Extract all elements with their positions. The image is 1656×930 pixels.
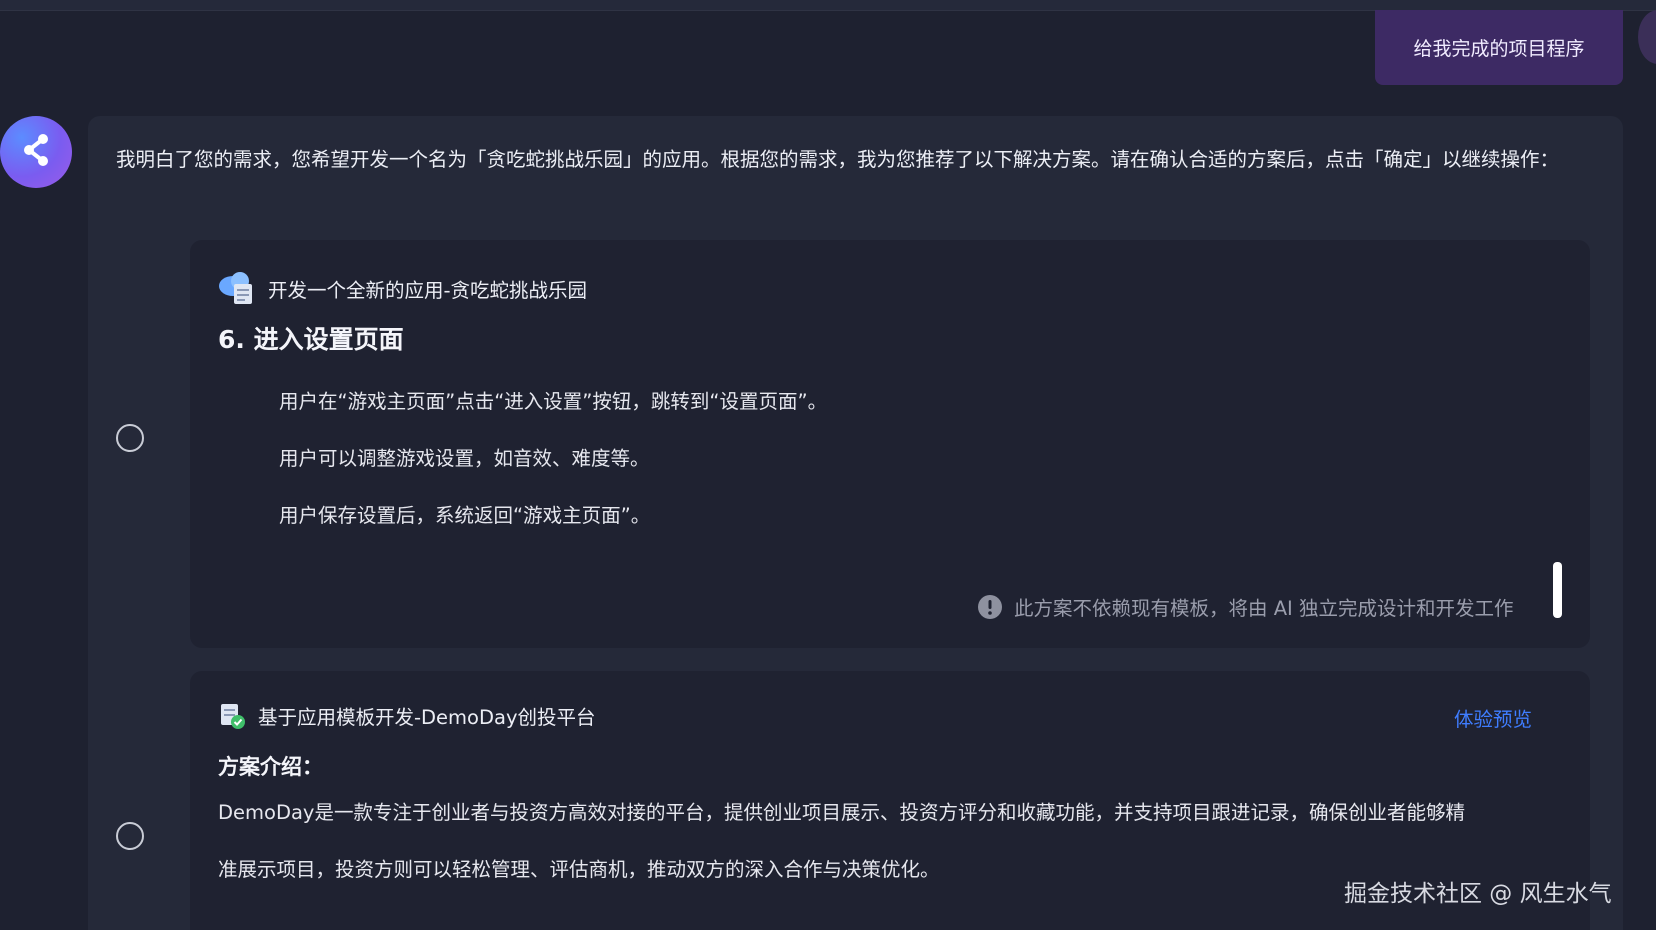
watermark: 掘金技术社区 @ 风生水气 <box>1344 881 1612 907</box>
solution-2-description-line-2: 准展示项目，投资方则可以轻松管理、评估商机，推动双方的深入合作与决策优化。 <box>218 858 940 881</box>
solution-2-header: 基于应用模板开发-DemoDay创投平台 <box>218 701 595 730</box>
solution-2-radio[interactable] <box>116 822 144 850</box>
assistant-intro-text: 我明白了您的需求，您希望开发一个名为「贪吃蛇挑战乐园」的应用。根据您的需求，我为… <box>116 148 1560 171</box>
user-avatar <box>1638 10 1656 64</box>
solution-1-bullet-3: 用户保存设置后，系统返回“游戏主页面”。 <box>279 504 651 527</box>
assistant-avatar <box>0 116 72 188</box>
solution-2-intro-label: 方案介绍： <box>218 755 323 779</box>
solution-1-card[interactable]: 开发一个全新的应用-贪吃蛇挑战乐园 6. 进入设置页面 用户在“游戏主页面”点击… <box>190 240 1590 648</box>
template-document-icon <box>218 702 246 730</box>
solution-1-scrollbar[interactable] <box>1553 562 1562 618</box>
share-icon <box>21 132 51 172</box>
solution-1-title: 开发一个全新的应用-贪吃蛇挑战乐园 <box>268 278 588 302</box>
solution-1-bullet-2: 用户可以调整游戏设置，如音效、难度等。 <box>279 447 650 470</box>
preview-link[interactable]: 体验预览 <box>1454 703 1532 732</box>
cloud-document-icon <box>218 270 256 306</box>
solution-2-title: 基于应用模板开发-DemoDay创投平台 <box>258 706 596 729</box>
solution-1-header: 开发一个全新的应用-贪吃蛇挑战乐园 <box>218 270 587 306</box>
chat-page: 给我完成的项目程序 我明白了您的需求，您希望开发一个名为「贪吃蛇挑战乐园」的应用… <box>0 0 1656 930</box>
assistant-reply-panel: 我明白了您的需求，您希望开发一个名为「贪吃蛇挑战乐园」的应用。根据您的需求，我为… <box>88 116 1623 930</box>
user-message-bubble: 给我完成的项目程序 <box>1375 10 1623 85</box>
solution-1-notice-text: 此方案不依赖现有模板，将由 AI 独立完成设计和开发工作 <box>1014 597 1514 620</box>
warning-icon <box>978 594 1002 619</box>
user-message-text: 给我完成的项目程序 <box>1413 38 1585 60</box>
solution-1-notice: 此方案不依赖现有模板，将由 AI 独立完成设计和开发工作 <box>978 592 1514 621</box>
solution-1-bullet-1: 用户在“游戏主页面”点击“进入设置”按钮，跳转到“设置页面”。 <box>279 390 828 413</box>
solution-1-section-heading: 6. 进入设置页面 <box>218 325 404 354</box>
solution-2-description-line-1: DemoDay是一款专注于创业者与投资方高效对接的平台，提供创业项目展示、投资方… <box>218 801 1465 824</box>
solution-1-radio[interactable] <box>116 424 144 452</box>
